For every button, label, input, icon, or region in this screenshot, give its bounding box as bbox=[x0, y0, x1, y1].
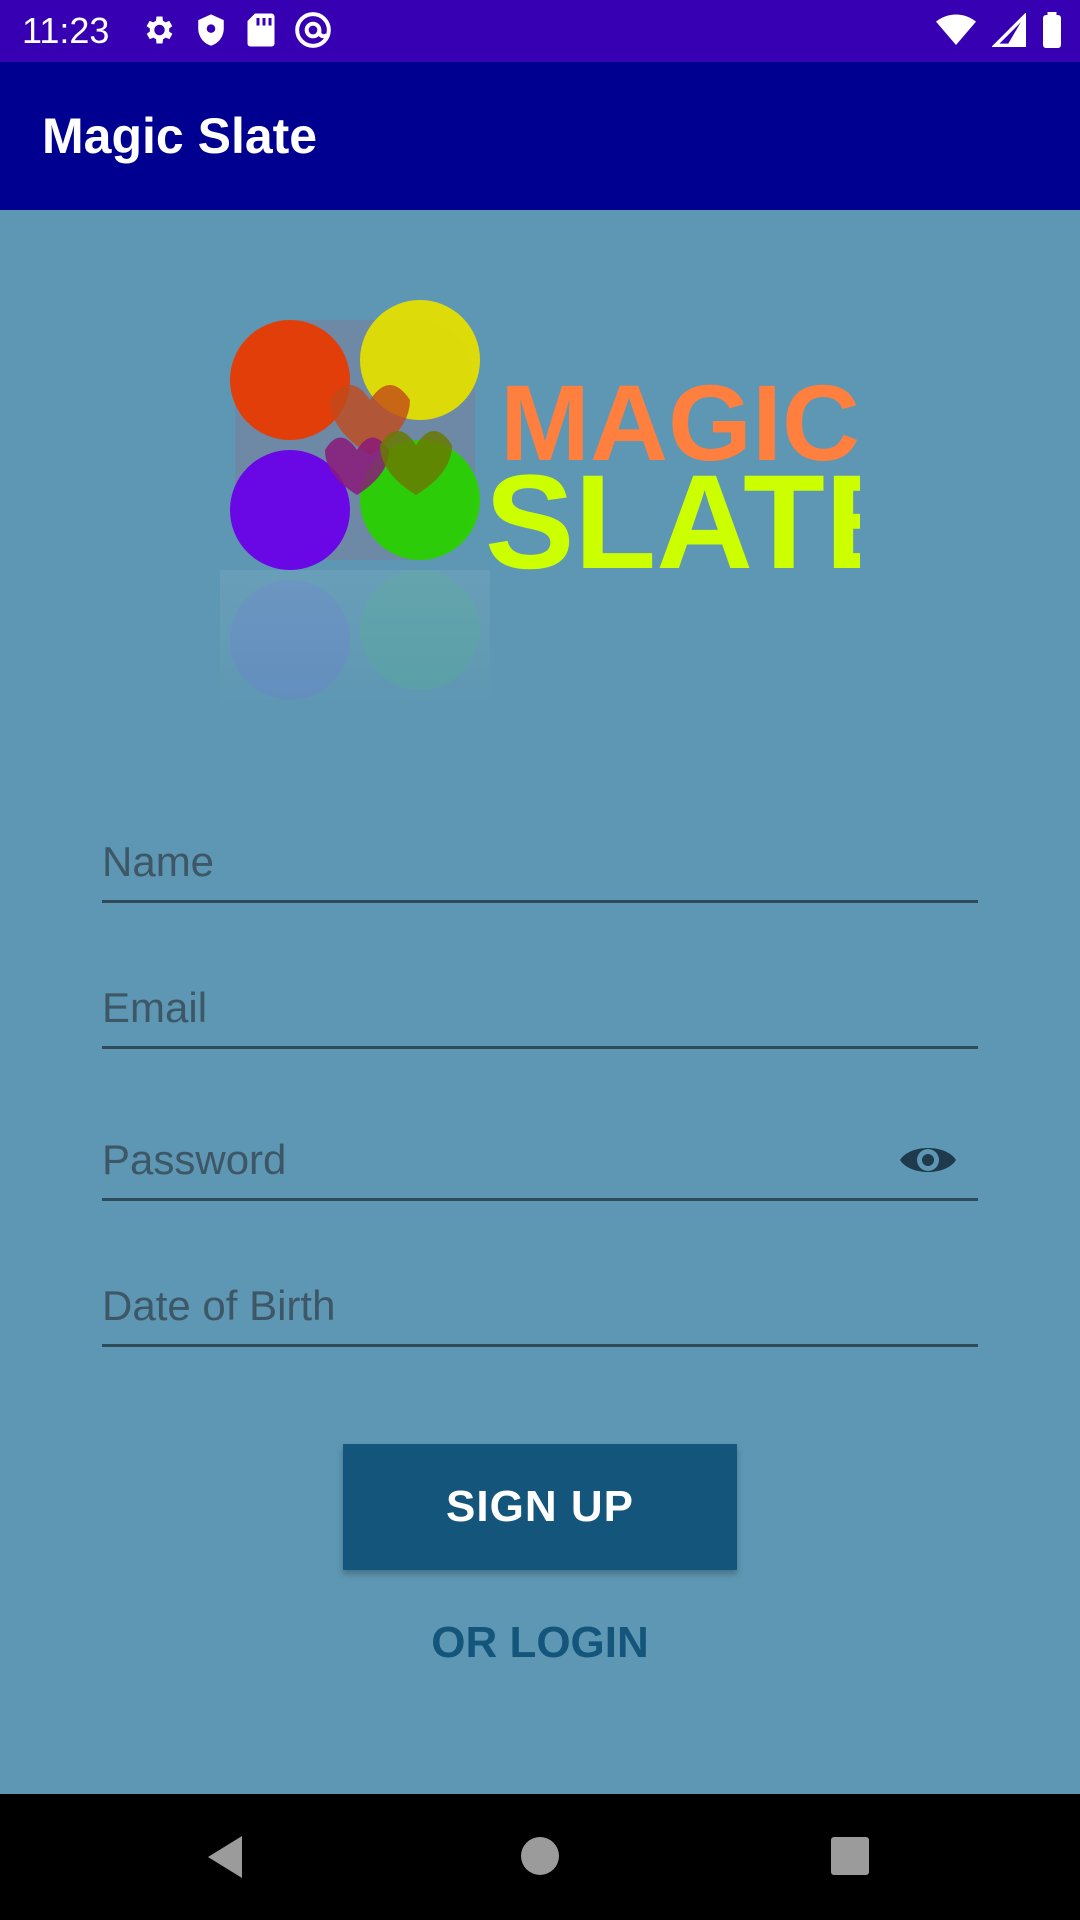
battery-icon bbox=[1042, 11, 1062, 53]
back-icon[interactable] bbox=[204, 1834, 244, 1885]
dob-field[interactable] bbox=[102, 1260, 978, 1347]
app-bar: Magic Slate bbox=[0, 62, 1080, 210]
shield-icon bbox=[194, 12, 228, 53]
dob-input[interactable] bbox=[102, 1278, 978, 1334]
password-field[interactable] bbox=[102, 1114, 978, 1201]
wifi-icon bbox=[936, 13, 976, 52]
name-field[interactable] bbox=[102, 816, 978, 903]
at-sign-icon bbox=[294, 11, 332, 54]
app-title: Magic Slate bbox=[42, 108, 318, 164]
status-icons-left bbox=[140, 11, 332, 54]
logo-text-slate: SLATE bbox=[485, 448, 860, 597]
gear-icon bbox=[140, 12, 176, 53]
eye-icon[interactable] bbox=[898, 1138, 958, 1182]
status-icons-right bbox=[936, 11, 1062, 53]
signup-button[interactable]: SIGN UP bbox=[343, 1444, 737, 1570]
magic-slate-logo: MAGIC SLATE bbox=[220, 290, 914, 710]
recents-icon[interactable] bbox=[830, 1836, 870, 1881]
home-icon[interactable] bbox=[520, 1836, 560, 1881]
email-input[interactable] bbox=[102, 980, 978, 1036]
status-bar: 11:23 bbox=[0, 0, 1080, 62]
status-time: 11:23 bbox=[22, 10, 110, 51]
name-input[interactable] bbox=[102, 834, 978, 890]
signal-icon bbox=[991, 11, 1026, 52]
password-input[interactable] bbox=[102, 1132, 803, 1188]
email-field[interactable] bbox=[102, 962, 978, 1049]
sd-card-icon bbox=[246, 12, 276, 53]
login-link[interactable]: OR LOGIN bbox=[0, 1618, 1080, 1668]
nav-bar bbox=[0, 1794, 1080, 1920]
